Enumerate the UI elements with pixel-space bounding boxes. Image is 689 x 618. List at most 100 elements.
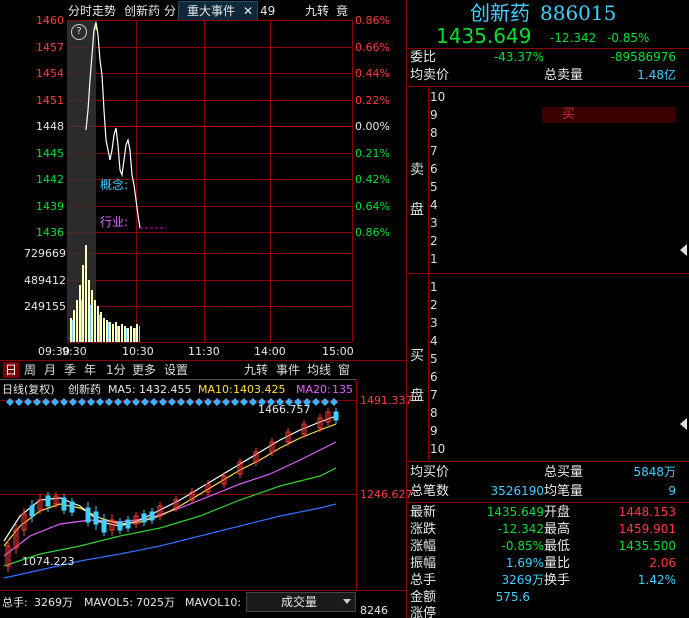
sell-level[interactable]: 1 (430, 252, 438, 266)
vol-value: 3269万 (34, 596, 73, 609)
kline-low-mark: 1074.223 (22, 555, 75, 568)
ma5-value: 1432.455 (139, 383, 192, 396)
open-value: 1448.153 (618, 505, 676, 519)
sell-level[interactable]: 5 (430, 180, 438, 194)
vol-total-label: 总手 (410, 573, 437, 588)
limit-up-label: 涨停 (410, 606, 437, 618)
ma10-label: MA10: (198, 383, 233, 396)
tab-year[interactable]: 年 (84, 362, 96, 378)
ma10-value: 1403.425 (233, 383, 286, 396)
kline-high-mark: 1466.757 (258, 403, 311, 416)
sell-level[interactable]: 4 (430, 198, 438, 212)
sell-level[interactable]: 2 (430, 234, 438, 248)
tab-week[interactable]: 周 (24, 362, 36, 378)
tab-jiuzhuan[interactable]: 九转 (244, 362, 268, 378)
latest-label: 最新 (410, 505, 437, 520)
kline-title: 日线(复权) (2, 383, 55, 396)
tab-settings[interactable]: 设置 (164, 362, 188, 378)
kline-axis-mid: 1246.627 (360, 488, 413, 501)
ma20-value: 135 (332, 383, 353, 396)
ma20-label: MA20: (296, 383, 331, 396)
indicator-select[interactable]: 成交量 (246, 592, 356, 612)
open-label: 开盘 (544, 505, 571, 520)
vol-total-value: 3269万 (501, 573, 544, 587)
buy-level[interactable]: 3 (430, 316, 438, 330)
chg-label: 涨跌 (410, 522, 437, 537)
amount-value: 575.6 (495, 590, 530, 604)
stock-name: 创新药 (470, 1, 530, 25)
buy-level[interactable]: 8 (430, 406, 438, 420)
scroll-left-icon[interactable] (680, 244, 687, 256)
high-label: 最高 (544, 522, 571, 537)
sell-level[interactable]: 3 (430, 216, 438, 230)
buy-level[interactable]: 4 (430, 334, 438, 348)
stock-price: 1435.649 (436, 24, 532, 48)
mavol10-label: MAVOL10: (185, 596, 242, 609)
chg-value: -12.342 (497, 522, 544, 536)
scroll-left-icon[interactable] (680, 418, 687, 430)
avg-buy-label: 均买价 (410, 465, 450, 480)
amp-value: 1.69% (505, 556, 544, 570)
buy-side-label: 买 盘 (410, 348, 424, 404)
pct-value: -0.85% (501, 539, 544, 553)
buy-level[interactable]: 2 (430, 298, 438, 312)
tab-window[interactable]: 窗 (338, 362, 350, 378)
chevron-down-icon (343, 599, 351, 604)
buy-level[interactable]: 1 (430, 280, 438, 294)
avg-sell-label: 均卖价 (410, 68, 450, 83)
turn-label: 换手 (544, 573, 571, 588)
buy-level[interactable]: 7 (430, 388, 438, 402)
buy-button-label: 买 (562, 107, 576, 122)
buy-level[interactable]: 10 (430, 442, 445, 456)
total-sell-value: 1.48亿 (637, 68, 676, 82)
sell-level[interactable]: 9 (430, 108, 438, 122)
avg-trade-label: 均笔量 (544, 484, 584, 499)
stock-change-pct: -0.85% (607, 31, 650, 45)
weibi-pct: -43.37% (493, 50, 544, 64)
pct-label: 涨幅 (410, 539, 437, 554)
amp-label: 振幅 (410, 556, 437, 571)
mavol5-value: 7025万 (136, 596, 175, 609)
tab-day[interactable]: 日 (3, 362, 19, 378)
sell-level[interactable]: 7 (430, 144, 438, 158)
total-trades-label: 总笔数 (410, 484, 450, 499)
vr-label: 量比 (544, 556, 571, 571)
tab-month[interactable]: 月 (44, 362, 56, 378)
avg-trade-value: 9 (668, 484, 676, 498)
buy-level[interactable]: 5 (430, 352, 438, 366)
intraday-panel: 分时走势 创新药 分 重大事件 ✕ 49 九转 竟 1460 1457 1454… (0, 0, 406, 360)
mavol5-label: MAVOL5: (84, 596, 134, 609)
kline-axis-top: 1491.337 (360, 394, 413, 407)
vol-axis-value: 8246 (360, 604, 388, 617)
weibi-label: 委比 (410, 50, 437, 65)
latest-value: 1435.649 (486, 505, 544, 519)
stock-code: 886015 (540, 1, 617, 25)
buy-level[interactable]: 9 (430, 424, 438, 438)
vol-label: 总手: (2, 596, 28, 609)
tab-ma[interactable]: 均线 (307, 362, 331, 378)
tab-events[interactable]: 事件 (276, 362, 300, 378)
weibi-value: -89586976 (610, 50, 676, 64)
total-buy-value: 5848万 (633, 465, 676, 479)
turn-value: 1.42% (637, 573, 676, 587)
stock-change: -12.342 (550, 31, 597, 45)
tab-season[interactable]: 季 (64, 362, 76, 378)
ma5-label: MA5: (108, 383, 136, 396)
sell-level[interactable]: 10 (430, 90, 445, 104)
low-value: 1435.500 (618, 539, 676, 553)
low-label: 最低 (544, 539, 571, 554)
high-value: 1459.901 (618, 522, 676, 536)
total-trades-value: 3526190 (490, 484, 544, 498)
buy-level[interactable]: 6 (430, 370, 438, 384)
sell-level[interactable]: 6 (430, 162, 438, 176)
tab-1min[interactable]: 1分 (106, 362, 126, 378)
indicator-select-value: 成交量 (281, 595, 318, 609)
total-buy-label: 总买量 (544, 465, 584, 480)
tab-more[interactable]: 更多 (132, 362, 156, 378)
total-sell-label: 总卖量 (544, 68, 584, 83)
vr-value: 2.06 (649, 556, 676, 570)
amount-label: 金额 (410, 590, 437, 605)
buy-button[interactable]: 买 (542, 107, 676, 123)
sell-level[interactable]: 8 (430, 126, 438, 140)
intraday-volume-bars (70, 245, 140, 342)
